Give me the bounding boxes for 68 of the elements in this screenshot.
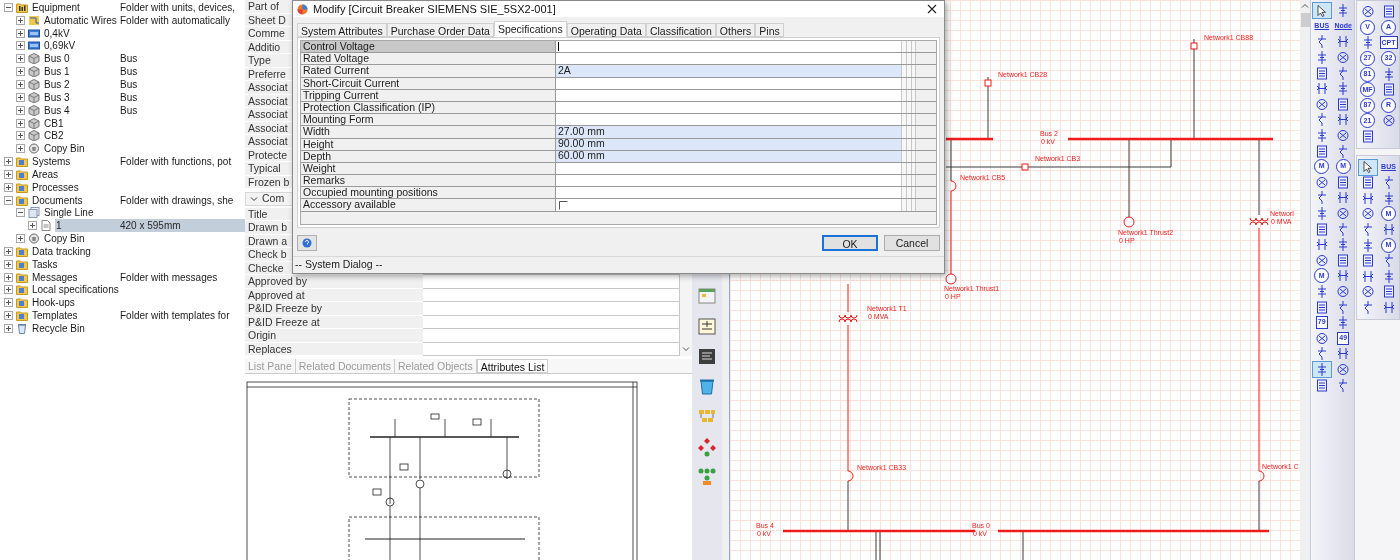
tree-item[interactable]: CB1 — [43, 116, 120, 130]
dialog-button[interactable]: OK — [822, 235, 878, 252]
attribute-label: Mounting Form — [301, 114, 556, 126]
dialog-tab[interactable]: Others — [715, 23, 756, 37]
tree-item[interactable]: Bus 0 — [43, 52, 120, 66]
property-label: Origin — [245, 329, 423, 343]
dialog-tab[interactable]: Specifications — [493, 21, 567, 37]
tree-item[interactable]: Bus 2 — [43, 78, 120, 91]
tree-item[interactable]: 0,4kV — [43, 26, 120, 40]
tree-item-description: Bus — [120, 90, 139, 104]
dialog-tab[interactable]: System Attributes — [297, 23, 387, 37]
attribute-label: Height — [301, 138, 556, 150]
tree-item-description: Folder with messages — [120, 270, 219, 284]
attribute-label: Remarks — [301, 175, 556, 187]
attribute-label: Tripping Current — [301, 89, 556, 101]
attribute-value-field[interactable]: 60.00 mm — [556, 150, 901, 162]
tree-item[interactable]: Hook-ups — [31, 296, 120, 310]
dialog-tab[interactable]: Purchase Order Data — [386, 23, 494, 37]
dialog-tab[interactable]: Operating Data — [566, 23, 646, 37]
tree-item[interactable]: Tasks — [31, 257, 120, 271]
attribute-label: Rated Current — [301, 65, 556, 77]
property-label: Approved by — [245, 275, 423, 289]
tree-item[interactable]: 0,69kV — [43, 39, 120, 53]
tree-item[interactable]: Single Line — [43, 206, 120, 220]
tree-item[interactable]: Bus 4 — [43, 103, 120, 117]
tree-item-description: Bus — [120, 103, 139, 117]
tree-item[interactable]: Messages — [31, 270, 120, 284]
attribute-label: Occupied mounting positions — [301, 187, 556, 199]
tree-item[interactable]: Areas — [31, 167, 120, 181]
tree-item[interactable]: Bus 1 — [43, 65, 120, 79]
tree-item[interactable]: 1 — [55, 219, 120, 233]
attribute-label: Accessory available — [301, 199, 556, 211]
tree-item-description: Folder with automatically — [120, 13, 232, 27]
tree-item[interactable]: CB2 — [43, 129, 120, 143]
attribute-label: Control Voltage — [301, 41, 556, 53]
tree-item[interactable]: Copy Bin — [43, 232, 120, 246]
attribute-label: Rated Voltage — [301, 53, 556, 65]
attribute-label: Width — [301, 126, 556, 138]
pane-tab[interactable]: Attributes List — [476, 359, 549, 373]
tree-item[interactable]: Local specifications — [31, 283, 120, 297]
tree-item-description: Folder with drawings, she — [120, 193, 235, 207]
dialog-tab[interactable]: Pins — [755, 23, 784, 37]
tree-item-description: Bus — [120, 65, 139, 79]
tree-item[interactable]: Templates — [31, 309, 120, 323]
tree-item[interactable]: Systems — [31, 155, 120, 168]
attribute-label: Short-Circuit Current — [301, 77, 556, 89]
tree-item-description: Folder with units, devices, — [120, 1, 237, 14]
dialog-button[interactable]: Cancel — [884, 235, 940, 252]
tree-item-description: Folder with functions, pot — [120, 155, 233, 168]
tree-item-description: Bus — [120, 52, 139, 66]
attribute-label: Depth — [301, 150, 556, 162]
property-label: P&ID Freeze by — [245, 302, 423, 316]
tree-item[interactable]: Recycle Bin — [31, 322, 120, 335]
tree-item[interactable]: Equipment — [31, 1, 120, 14]
attribute-value-field[interactable]: 27.00 mm — [556, 126, 901, 138]
tree-item[interactable]: Bus 3 — [43, 90, 120, 104]
tree-item-description: 420 x 595mm — [120, 219, 245, 233]
dialog-tab[interactable]: Classification — [645, 23, 716, 37]
group-heading: Com — [262, 190, 285, 206]
tree-item-description: Folder with templates for — [120, 309, 231, 323]
tree-item[interactable]: Automatic Wires — [43, 13, 120, 27]
attribute-value-field[interactable]: 2A — [556, 65, 901, 77]
tree-item[interactable]: Processes — [31, 180, 120, 194]
tree-item-description: Bus — [120, 78, 139, 91]
tree-item[interactable]: Data tracking — [31, 245, 120, 258]
attribute-value-field[interactable]: 90.00 mm — [556, 138, 901, 150]
tree-item[interactable]: Documents — [31, 193, 120, 207]
tree-item[interactable]: Copy Bin — [43, 142, 120, 156]
